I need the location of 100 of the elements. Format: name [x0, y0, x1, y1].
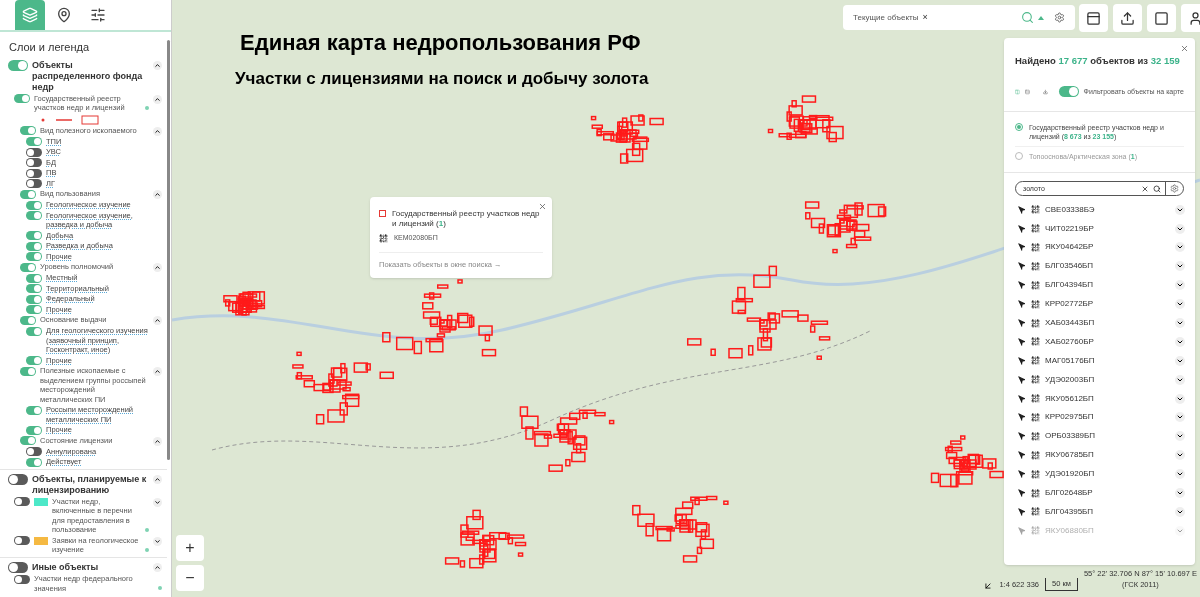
collapse-chevron-icon[interactable]	[153, 367, 162, 376]
result-row[interactable]: БЛГ04395БП	[1004, 502, 1195, 522]
toggle-switch[interactable]	[8, 60, 28, 71]
toggle-switch[interactable]	[26, 158, 42, 167]
toggle-switch[interactable]	[26, 147, 42, 157]
toggle-switch[interactable]	[8, 474, 28, 485]
toggle-switch[interactable]	[26, 137, 42, 146]
locate-icon[interactable]	[1018, 356, 1026, 365]
locate-icon[interactable]	[1018, 470, 1026, 479]
locate-icon[interactable]	[1018, 205, 1026, 214]
toggle-switch[interactable]	[20, 126, 36, 135]
collapse-chevron-icon[interactable]	[153, 94, 162, 104]
expand-chevron-icon[interactable]	[1175, 431, 1185, 442]
expand-chevron-icon[interactable]	[1175, 469, 1185, 480]
toggle-switch[interactable]	[14, 94, 30, 103]
collapse-chevron-icon[interactable]	[153, 126, 162, 136]
toggle-switch[interactable]	[26, 211, 42, 220]
close-icon[interactable]	[538, 202, 547, 211]
expand-chevron-icon[interactable]	[1175, 450, 1185, 461]
toggle-switch[interactable]	[26, 294, 42, 304]
sliders-icon[interactable]	[90, 7, 106, 23]
expand-chevron-icon[interactable]	[1175, 242, 1185, 253]
search-icon[interactable]	[1153, 184, 1161, 193]
result-row[interactable]: СВЕ03338БЭ	[1004, 200, 1195, 220]
toggle-switch[interactable]	[20, 366, 36, 376]
expand-chevron-icon[interactable]	[1175, 261, 1185, 272]
search-bar[interactable]: Текущие объекты ×	[843, 5, 1075, 30]
zoom-out-button[interactable]: −	[176, 565, 204, 591]
toggle-switch[interactable]	[20, 262, 36, 272]
locate-icon[interactable]	[1018, 413, 1026, 422]
toggle-switch[interactable]	[26, 200, 42, 210]
collapse-chevron-icon[interactable]	[153, 316, 162, 325]
expand-chevron-icon[interactable]	[1175, 393, 1185, 404]
result-row[interactable]: БЛГ04394БП	[1004, 275, 1195, 295]
result-row[interactable]: ХАБ02760БР	[1004, 332, 1195, 352]
expand-chevron-icon[interactable]	[1175, 223, 1185, 234]
radio-button[interactable]	[1015, 152, 1023, 161]
locate-icon[interactable]	[1018, 451, 1026, 460]
collapse-chevron-icon[interactable]	[153, 190, 162, 199]
expand-chevron-icon[interactable]	[1175, 374, 1185, 385]
clear-filter-button[interactable]: ×	[922, 10, 928, 25]
toggle-switch[interactable]	[26, 231, 42, 240]
expand-chevron-icon[interactable]	[1175, 336, 1185, 347]
locate-icon[interactable]	[1018, 432, 1026, 441]
result-row[interactable]: ЯКУ04642БР	[1004, 238, 1195, 257]
collapse-chevron-icon[interactable]	[153, 562, 162, 572]
locate-icon[interactable]	[1018, 375, 1026, 384]
result-row[interactable]: ОРБ03389БП	[1004, 426, 1195, 446]
expand-chevron-icon[interactable]	[1175, 488, 1185, 499]
result-row[interactable]: КРР02975БП	[1004, 408, 1195, 427]
toggle-switch[interactable]	[26, 252, 42, 261]
settings-icon[interactable]	[1170, 184, 1179, 194]
toggle-switch[interactable]	[26, 457, 42, 467]
expand-chevron-icon[interactable]	[1175, 318, 1185, 329]
toggle-switch[interactable]	[26, 326, 42, 336]
zoom-in-button[interactable]: +	[176, 535, 204, 561]
frame-button[interactable]	[1147, 4, 1176, 32]
toggle-switch[interactable]	[1058, 86, 1079, 98]
toggle-switch[interactable]	[26, 273, 42, 283]
locate-icon[interactable]	[1018, 281, 1026, 290]
toggle-switch[interactable]	[14, 497, 30, 506]
result-row[interactable]: УДЭ02003БП	[1004, 370, 1195, 390]
expand-chevron-icon[interactable]	[1175, 299, 1185, 310]
arrow-icon[interactable]	[983, 580, 994, 591]
share-button[interactable]	[1113, 4, 1142, 32]
expand-chevron-icon[interactable]	[1175, 280, 1185, 291]
result-row[interactable]: УДЭ01920БП	[1004, 464, 1195, 484]
clear-icon[interactable]	[1141, 184, 1149, 193]
result-row[interactable]: ХАБ03443БП	[1004, 313, 1195, 333]
locate-icon[interactable]	[1018, 262, 1026, 271]
collapse-chevron-icon[interactable]	[153, 60, 162, 70]
expand-chevron-icon[interactable]	[1175, 506, 1185, 517]
toggle-switch[interactable]	[26, 405, 42, 415]
toggle-switch[interactable]	[26, 284, 42, 293]
toggle-switch[interactable]	[26, 425, 42, 435]
toggle-switch[interactable]	[20, 436, 36, 445]
toggle-switch[interactable]	[14, 536, 30, 545]
expand-chevron-icon[interactable]	[1175, 412, 1185, 423]
locate-icon[interactable]	[1018, 224, 1026, 233]
locate-icon[interactable]	[1018, 394, 1026, 403]
result-row[interactable]: ЯКУ05612БП	[1004, 389, 1195, 409]
locate-icon[interactable]	[1018, 300, 1026, 309]
collapse-chevron-icon[interactable]	[153, 263, 162, 272]
toggle-switch[interactable]	[8, 562, 28, 573]
locate-icon[interactable]	[1018, 243, 1026, 252]
collapse-chevron-icon[interactable]	[153, 474, 162, 484]
collapse-chevron-icon[interactable]	[153, 436, 162, 446]
toggle-switch[interactable]	[26, 241, 42, 251]
toggle-switch[interactable]	[20, 315, 36, 325]
result-row[interactable]: БЛГ02648БР	[1004, 483, 1195, 503]
result-row[interactable]: МАГ05176БП	[1004, 351, 1195, 371]
toggle-switch[interactable]	[26, 447, 42, 456]
map-pin-icon[interactable]	[56, 7, 72, 23]
expand-chevron-icon[interactable]	[1175, 355, 1185, 366]
toggle-switch[interactable]	[20, 189, 36, 199]
result-row[interactable]: КРР02772БР	[1004, 294, 1195, 314]
scrollbar-thumb[interactable]	[167, 40, 170, 460]
settings-icon[interactable]	[1054, 12, 1065, 23]
result-row[interactable]: ЯКУ06785БП	[1004, 445, 1195, 465]
result-row[interactable]: БЛГ03546БП	[1004, 256, 1195, 276]
